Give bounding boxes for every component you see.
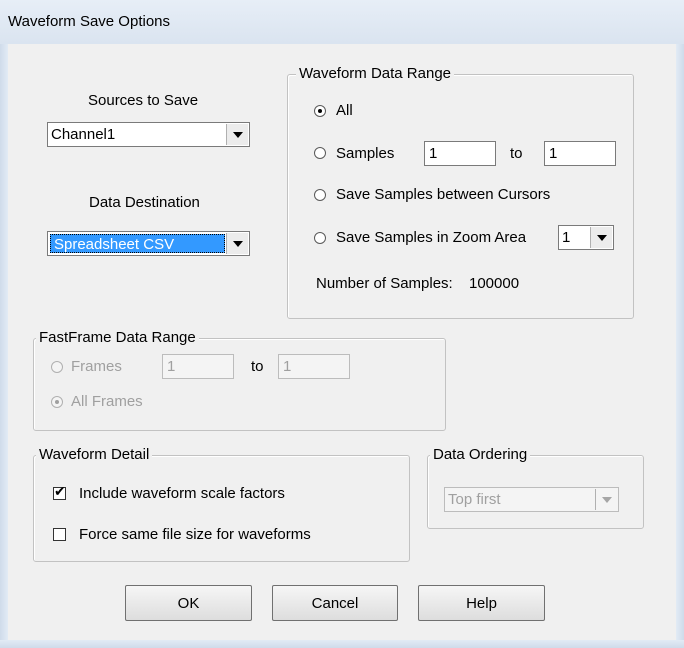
samples-to-label: to xyxy=(510,145,523,162)
frames-from-input[interactable]: 1 xyxy=(162,354,234,379)
num-samples-value: 100000 xyxy=(469,275,520,292)
data-ordering-title: Data Ordering xyxy=(430,446,531,463)
window-frame-left xyxy=(0,44,8,648)
help-button[interactable]: Help xyxy=(418,585,545,621)
data-ordering-group: Data Ordering Top first xyxy=(427,446,644,529)
radio-all[interactable] xyxy=(314,105,326,117)
chevron-down-icon[interactable] xyxy=(226,233,248,254)
chevron-down-icon[interactable] xyxy=(590,227,612,248)
radio-cursors[interactable] xyxy=(314,189,326,201)
radio-samples[interactable] xyxy=(314,147,326,159)
data-ordering-dropdown[interactable]: Top first xyxy=(444,487,619,512)
waveform-detail-title: Waveform Detail xyxy=(36,446,153,463)
same-size-checkbox[interactable] xyxy=(53,528,66,541)
waveform-detail-group: Waveform Detail ✔ Include waveform scale… xyxy=(33,446,410,562)
samples-from-input[interactable]: 1 xyxy=(424,141,496,166)
zoom-area-value: 1 xyxy=(562,229,571,246)
sources-label: Sources to Save xyxy=(88,92,199,109)
radio-cursors-label: Save Samples between Cursors xyxy=(336,186,551,203)
waveform-data-range-group: Waveform Data Range All Samples 1 to 1 S… xyxy=(287,65,634,319)
destination-label: Data Destination xyxy=(89,194,200,211)
title-bar[interactable]: Waveform Save Options xyxy=(0,0,684,45)
chevron-down-icon[interactable] xyxy=(226,124,248,145)
radio-zoom[interactable] xyxy=(314,232,326,244)
dialog-body: Sources to Save Channel1 Data Destinatio… xyxy=(8,44,676,640)
destination-dropdown[interactable]: Spreadsheet CSV xyxy=(47,231,250,256)
samples-to-input[interactable]: 1 xyxy=(544,141,616,166)
radio-samples-label: Samples xyxy=(336,145,395,162)
num-samples-label: Number of Samples: xyxy=(316,275,453,292)
destination-value: Spreadsheet CSV xyxy=(50,234,225,253)
window-frame-right xyxy=(676,44,684,648)
dialog-window: Waveform Save Options Sources to Save Ch… xyxy=(0,0,684,648)
fastframe-data-range-title: FastFrame Data Range xyxy=(36,329,199,346)
frames-to-label: to xyxy=(251,358,264,375)
same-size-label: Force same file size for waveforms xyxy=(79,526,311,543)
sources-value: Channel1 xyxy=(51,126,116,143)
radio-frames-label: Frames xyxy=(71,358,122,375)
waveform-data-range-title: Waveform Data Range xyxy=(296,65,455,82)
ok-button[interactable]: OK xyxy=(125,585,252,621)
window-frame-bottom xyxy=(0,640,684,648)
frames-to-input[interactable]: 1 xyxy=(278,354,350,379)
cancel-button[interactable]: Cancel xyxy=(272,585,398,621)
check-icon: ✔ xyxy=(54,483,66,499)
radio-all-label: All xyxy=(336,102,353,119)
sources-dropdown[interactable]: Channel1 xyxy=(47,122,250,147)
scale-factors-label: Include waveform scale factors xyxy=(79,485,285,502)
radio-all-frames[interactable] xyxy=(51,396,63,408)
radio-zoom-label: Save Samples in Zoom Area xyxy=(336,229,527,246)
chevron-down-icon[interactable] xyxy=(595,489,617,510)
radio-frames[interactable] xyxy=(51,361,63,373)
window-title: Waveform Save Options xyxy=(8,13,171,30)
zoom-area-dropdown[interactable]: 1 xyxy=(558,225,614,250)
radio-all-frames-label: All Frames xyxy=(71,393,143,410)
scale-factors-checkbox[interactable]: ✔ xyxy=(53,483,66,500)
data-ordering-value: Top first xyxy=(448,491,501,508)
fastframe-data-range-group: FastFrame Data Range Frames 1 to 1 All F… xyxy=(33,329,446,431)
